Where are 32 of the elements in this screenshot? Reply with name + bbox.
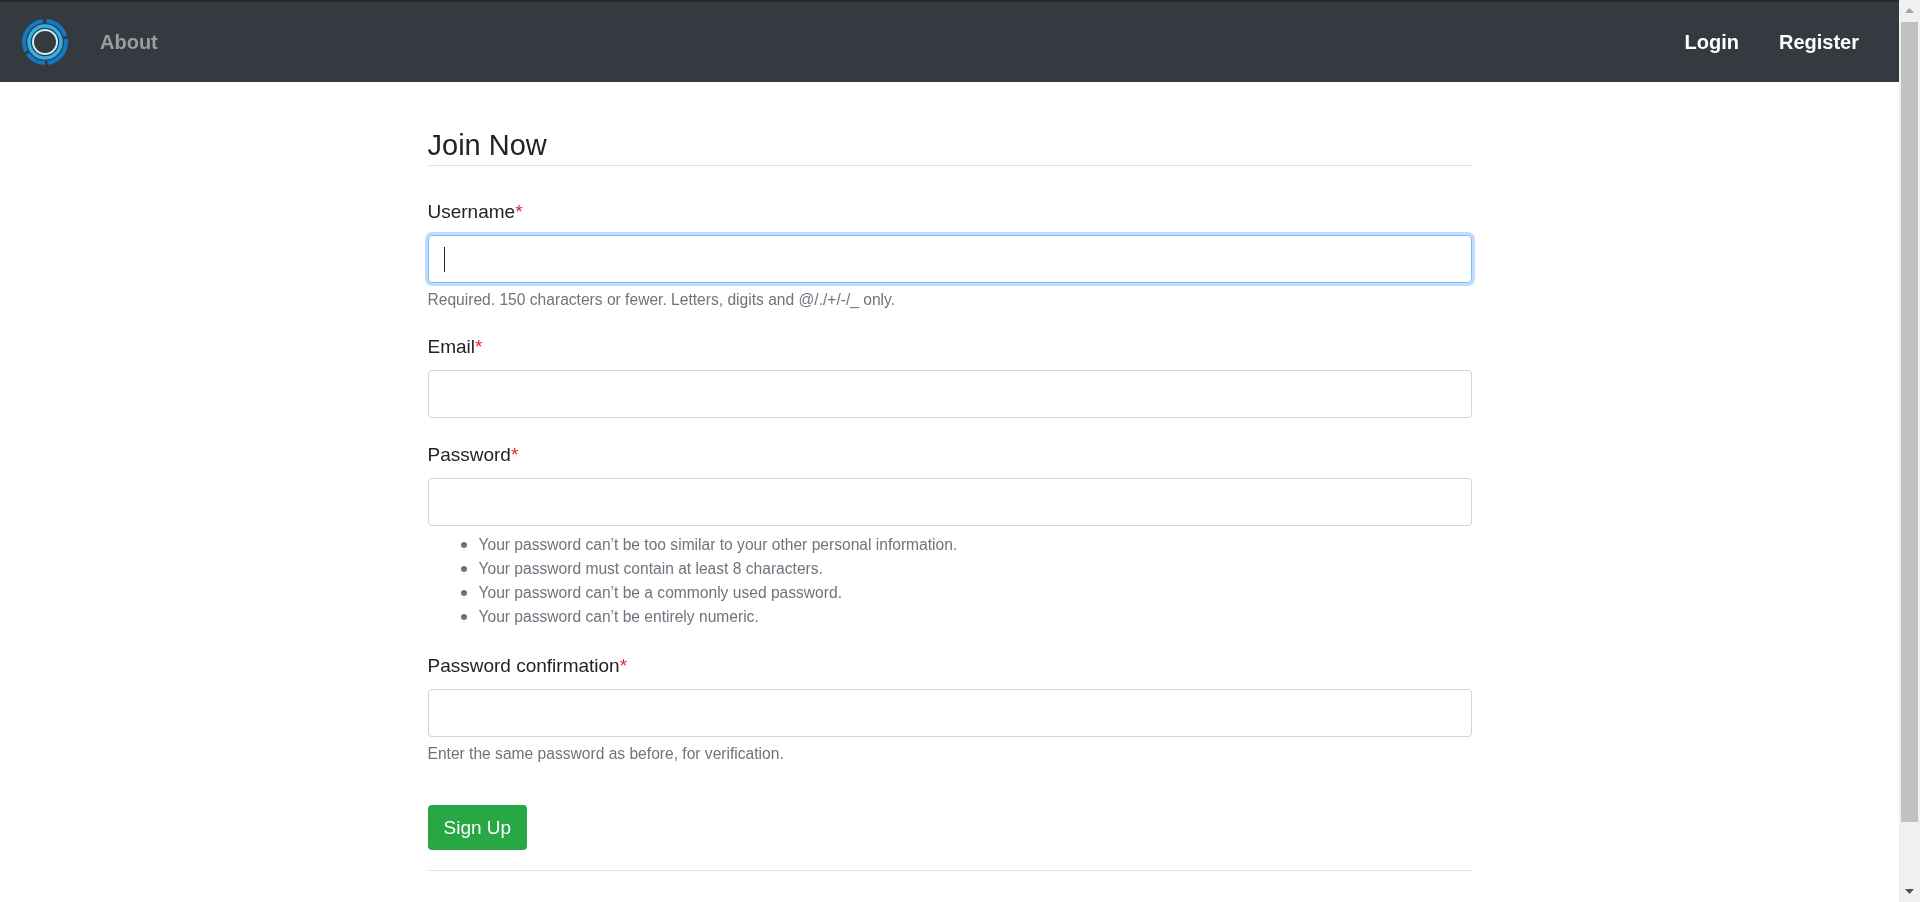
required-asterisk: * [475,335,483,359]
hint-text: Your password can’t be entirely numeric. [478,607,759,627]
scroll-up-arrow-icon[interactable] [1905,8,1914,13]
scroll-down-arrow-icon[interactable] [1905,889,1914,894]
ring-logo-icon[interactable] [22,19,68,65]
text-input[interactable] [427,478,1472,526]
scrollbar[interactable] [1899,0,1920,902]
field-label: Password confirmation [427,654,620,678]
page-title: Join Now [427,128,1472,166]
help-text: Enter the same password as before, for verification. [427,744,785,764]
required-asterisk: * [515,200,523,224]
field-label: Email [427,335,475,359]
hint-text: Your password can’t be too similar to your other personal information. [478,535,958,555]
text-input[interactable] [427,689,1472,737]
nav-link[interactable]: Register [1758,27,1879,57]
scrollbar-thumb[interactable] [1901,22,1918,822]
bullet-icon [460,566,467,572]
required-asterisk: * [510,443,519,467]
nav-link[interactable]: About [80,27,178,57]
help-text: Required. 150 characters or fewer. Letters, digits and @/./+/-/_ only. [427,290,897,310]
text-input[interactable] [427,235,1472,283]
bullet-icon [460,590,467,596]
bullet-icon [460,614,467,620]
field-label: Password [427,443,511,467]
bullet-icon [460,542,467,548]
hint-text: Your password must contain at least 8 characters. [478,559,823,579]
required-asterisk: * [619,654,628,678]
text-input[interactable] [427,370,1472,418]
field-label: Username [427,200,516,224]
nav-link[interactable]: Login [1664,27,1759,57]
text-cursor-icon [443,246,445,272]
hint-text: Your password can’t be a commonly used password. [478,583,842,603]
